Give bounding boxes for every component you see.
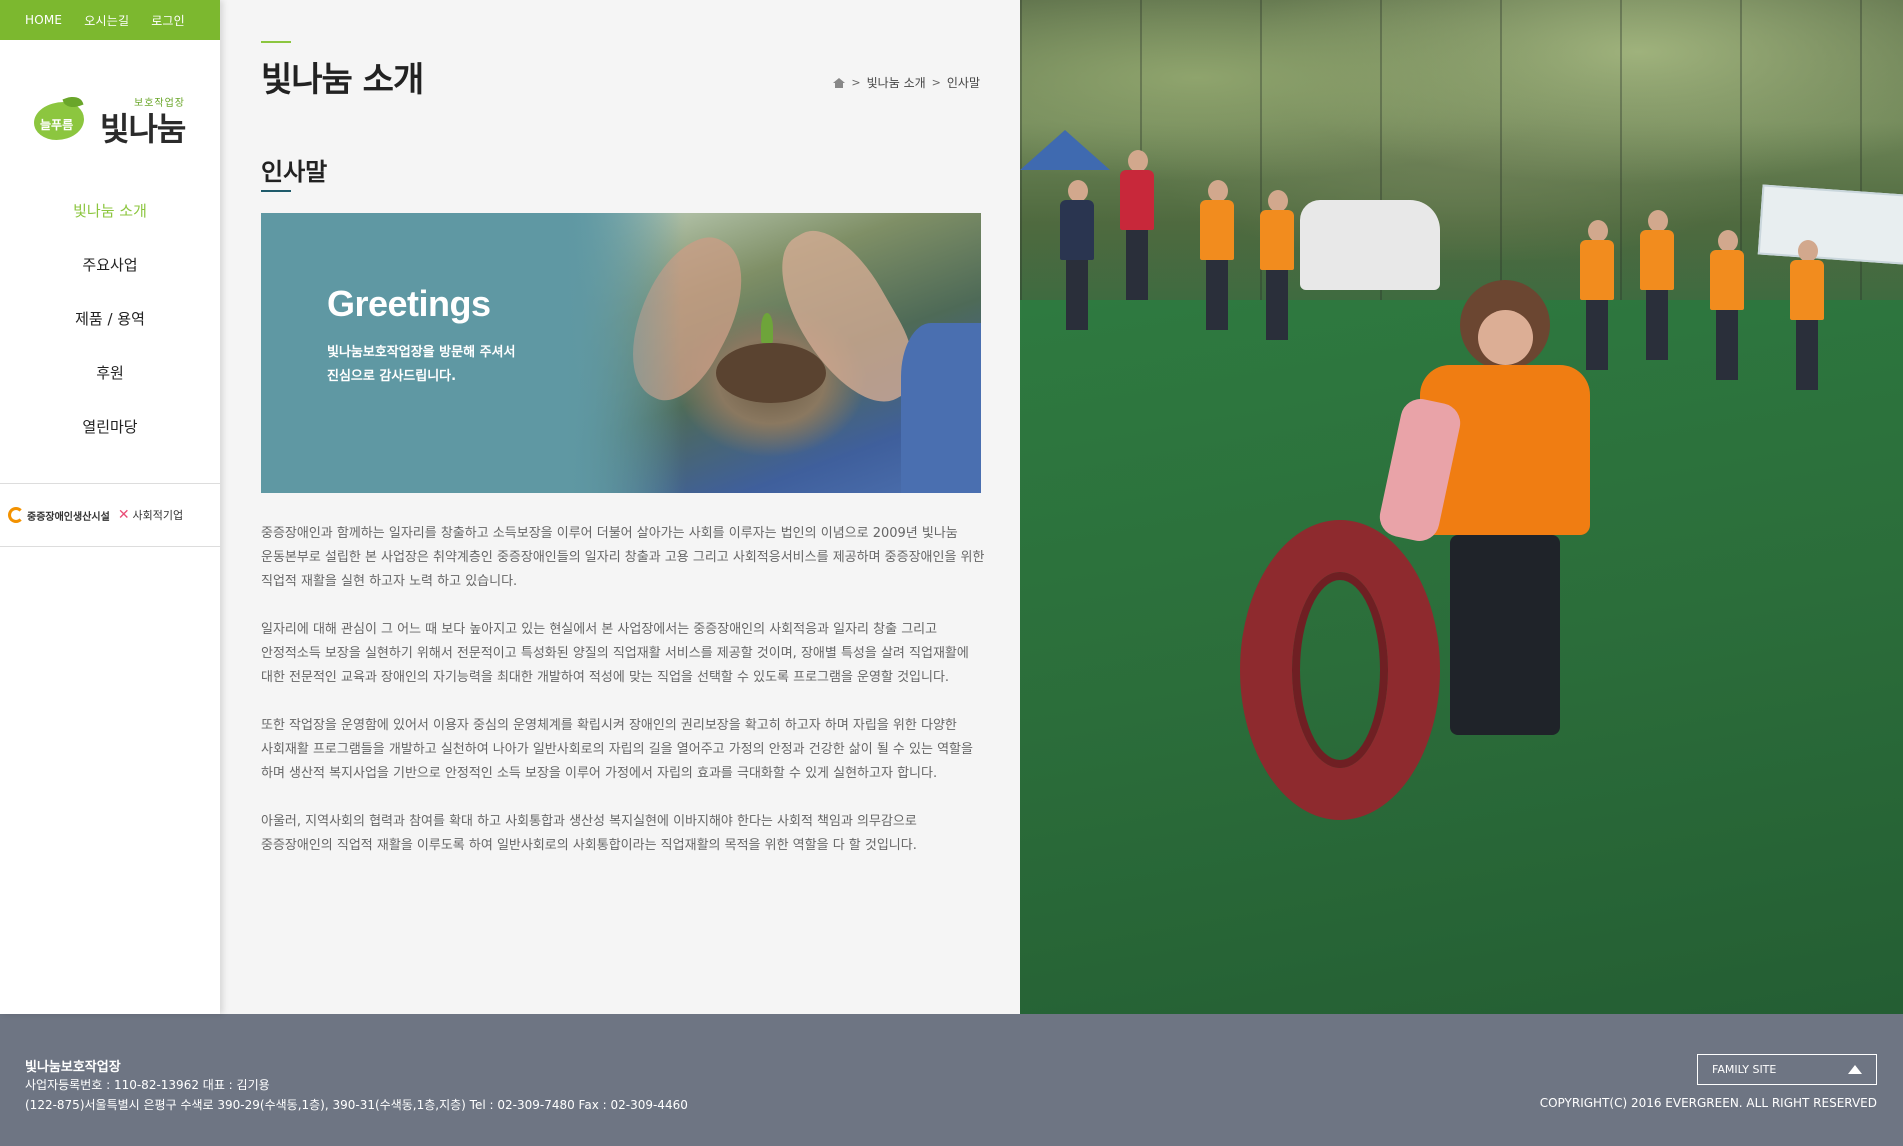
footer-address: (122-875)서울특별시 은평구 수색로 390-29(수색동,1층), 3… [25, 1098, 688, 1112]
copyright: COPYRIGHT(C) 2016 EVERGREEN. ALL RIGHT R… [1539, 1096, 1877, 1110]
nav-item-board[interactable]: 열린마당 [0, 412, 220, 466]
sprout-icon [761, 313, 773, 343]
section-title-underline [261, 190, 291, 192]
breadcrumb: > 빛나눔 소개 > 인사말 [833, 74, 980, 91]
section-title: 인사말 [261, 158, 328, 186]
page-title: 빛나눔 소개 [261, 60, 424, 100]
partner-label-2: 사회적기업 [132, 509, 184, 522]
banner-title: Greetings [327, 283, 491, 324]
nav-item-support[interactable]: 후원 [0, 358, 220, 412]
banner-line-2: 진심으로 감사드립니다. [327, 369, 457, 384]
nav-item-business[interactable]: 주요사업 [0, 250, 220, 304]
top-utility-bar: HOME 오시는길 로그인 [0, 0, 220, 40]
person-figure [1120, 150, 1154, 300]
paragraph: 중증장애인과 함께하는 일자리를 창출하고 소득보장을 이루어 더불어 살아가는… [261, 526, 985, 589]
person-figure [1260, 190, 1294, 340]
social-enterprise-logo-icon: ✕ [117, 507, 130, 523]
sidebar: HOME 오시는길 로그인 늘푸름 보호작업장 빛나눔 빛나눔 소개 주요사업 … [0, 0, 220, 1014]
logo-small-name: 늘푸름 [40, 118, 74, 132]
home-link[interactable]: HOME [25, 13, 62, 27]
directions-link[interactable]: 오시는길 [84, 12, 129, 29]
home-icon[interactable] [833, 77, 846, 88]
main-navigation: 빛나눔 소개 주요사업 제품 / 용역 후원 열린마당 [0, 196, 220, 466]
greetings-banner: Greetings 빛나눔보호작업장을 방문해 주셔서 진심으로 감사드립니다. [261, 213, 981, 493]
person-figure [1200, 180, 1234, 330]
footer-company-name: 빛나눔보호작업장 [25, 1060, 121, 1075]
event-photo [1020, 0, 1903, 1014]
footer-business-info: 사업자등록번호 : 110-82-13962 대표 : 김기용 [25, 1078, 270, 1092]
triangle-up-icon [1848, 1065, 1862, 1074]
person-figure [1640, 210, 1674, 360]
banner-fade [561, 213, 681, 493]
partner-label-1: 중증장애인생산시설 [27, 511, 110, 523]
title-accent-line [261, 41, 291, 43]
paragraph: 아울러, 지역사회의 협력과 참여를 확대 하고 사회통합과 생산성 복지실현에… [261, 814, 917, 853]
logo-main-name: 빛나눔 [100, 110, 186, 148]
partner-social-enterprise[interactable]: ✕ 사회적기업 [118, 507, 183, 523]
partner-banner[interactable]: 중증장애인생산시설 ✕ 사회적기업 [0, 483, 220, 547]
footer: 빛나눔보호작업장 사업자등록번호 : 110-82-13962 대표 : 김기용… [0, 1014, 1903, 1146]
main-content: 빛나눔 소개 > 빛나눔 소개 > 인사말 인사말 Greetings 빛나눔보… [220, 0, 1020, 1014]
greeting-body: 중증장애인과 함께하는 일자리를 창출하고 소득보장을 이루어 더불어 살아가는… [261, 522, 986, 882]
banner-sign-shape [1757, 184, 1903, 266]
banner-line-1: 빛나눔보호작업장을 방문해 주셔서 [327, 345, 516, 360]
nav-item-intro[interactable]: 빛나눔 소개 [0, 196, 220, 250]
breadcrumb-item[interactable]: 빛나눔 소개 [867, 74, 926, 91]
facility-logo-icon [8, 507, 24, 523]
login-link[interactable]: 로그인 [151, 12, 185, 29]
chevron-right-icon: > [851, 76, 861, 89]
soil-shape [716, 343, 826, 403]
sleeve-shape [901, 323, 981, 493]
person-figure [1790, 240, 1824, 390]
family-site-label: FAMILY SITE [1712, 1063, 1777, 1076]
tire-shape [1240, 520, 1440, 820]
site-logo[interactable]: 늘푸름 보호작업장 빛나눔 [34, 92, 189, 152]
chevron-right-icon: > [931, 76, 941, 89]
breadcrumb-item[interactable]: 인사말 [947, 74, 980, 91]
family-site-select[interactable]: FAMILY SITE [1697, 1054, 1877, 1085]
paragraph: 또한 작업장을 운영함에 있어서 이용자 중심의 운영체계를 확립시켜 장애인의… [261, 718, 973, 781]
nav-item-products[interactable]: 제품 / 용역 [0, 304, 220, 358]
partner-disabled-facility[interactable]: 중증장애인생산시설 [8, 507, 110, 523]
person-figure [1710, 230, 1744, 380]
paragraph: 일자리에 대해 관심이 그 어느 때 보다 높아지고 있는 현실에서 본 사업장… [261, 622, 969, 685]
person-figure [1060, 180, 1094, 330]
